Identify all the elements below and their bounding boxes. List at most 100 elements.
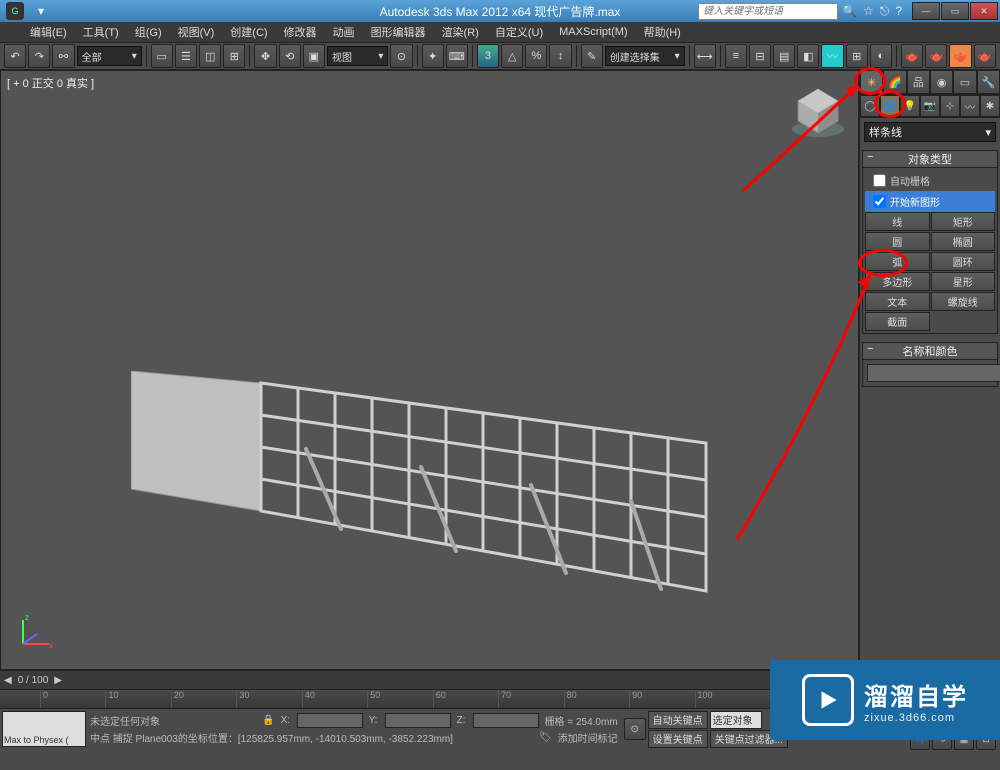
menu-tools[interactable]: 工具(T): [75, 24, 127, 40]
btn-text[interactable]: 文本: [865, 292, 930, 311]
sub-systems[interactable]: ✱: [980, 95, 1000, 117]
rotate-button[interactable]: ⟲: [279, 44, 301, 68]
percent-snap[interactable]: %: [525, 44, 547, 68]
quick-align[interactable]: ⊟: [749, 44, 771, 68]
link-button[interactable]: ⚯: [52, 44, 74, 68]
add-time-tag[interactable]: 添加时间标记: [558, 730, 618, 745]
autokey-toggle[interactable]: 自动关键点: [648, 711, 708, 729]
tab-display[interactable]: ▭: [953, 70, 976, 94]
timeslider-prev[interactable]: ◀: [4, 675, 12, 686]
restore-button[interactable]: ▭: [941, 2, 969, 20]
coord-y-input[interactable]: [385, 713, 451, 728]
sub-spacewarps[interactable]: 〰: [960, 95, 980, 117]
signin-icon[interactable]: ⎋: [880, 4, 890, 19]
menu-create[interactable]: 创建(C): [222, 24, 275, 40]
tag-icon[interactable]: 🏷: [539, 732, 552, 743]
isolate-icon[interactable]: ⊙: [624, 718, 646, 740]
menu-edit[interactable]: 编辑(E): [22, 24, 75, 40]
material-editor-button[interactable]: ◐: [870, 44, 892, 68]
pivot-button[interactable]: ⊙: [390, 44, 412, 68]
help-icon[interactable]: ?: [895, 4, 902, 19]
menu-view[interactable]: 视图(V): [170, 24, 223, 40]
graphite-button[interactable]: ◧: [797, 44, 819, 68]
viewcube[interactable]: [788, 81, 848, 141]
close-button[interactable]: ✕: [970, 2, 998, 20]
menu-group[interactable]: 组(G): [127, 24, 170, 40]
help-search-input[interactable]: [698, 3, 838, 20]
menu-customize[interactable]: 自定义(U): [487, 24, 551, 40]
angle-snap[interactable]: △: [501, 44, 523, 68]
align-button[interactable]: ≡: [725, 44, 747, 68]
select-name-button[interactable]: ☰: [175, 44, 197, 68]
btn-circle[interactable]: 圆: [865, 232, 930, 251]
select-button[interactable]: ▭: [151, 44, 173, 68]
filter-dropdown[interactable]: 全部▾: [77, 46, 142, 66]
menu-help[interactable]: 帮助(H): [636, 24, 689, 40]
scale-button[interactable]: ▣: [303, 44, 325, 68]
tab-utilities[interactable]: 🔧: [977, 70, 1000, 94]
btn-star[interactable]: 星形: [931, 272, 996, 291]
btn-rectangle[interactable]: 矩形: [931, 212, 996, 231]
startnew-row[interactable]: 开始新图形: [865, 191, 995, 212]
menu-render[interactable]: 渲染(R): [434, 24, 487, 40]
select-region-button[interactable]: ◫: [199, 44, 221, 68]
rendered-frame-button[interactable]: 🫖: [925, 44, 947, 68]
render-setup-button[interactable]: 🫖: [901, 44, 923, 68]
hierarchy-icon: 品: [913, 74, 924, 90]
coord-dropdown[interactable]: 视图▾: [327, 46, 388, 66]
rollout-title-objecttype[interactable]: 对象类型: [863, 151, 997, 168]
lock-icon[interactable]: 🔒: [262, 715, 274, 726]
manip-button[interactable]: ✦: [422, 44, 444, 68]
startnew-checkbox[interactable]: [873, 195, 886, 208]
rollout-objecttype: 对象类型 自动栅格 开始新图形 线 矩形 圆 椭圆 弧 圆环 多边形 星形 文本…: [862, 150, 998, 334]
quick-render-button[interactable]: 🫖: [974, 44, 996, 68]
help-search[interactable]: [698, 3, 838, 20]
move-button[interactable]: ✥: [254, 44, 276, 68]
edit-named-sel[interactable]: ✎: [581, 44, 603, 68]
window-crossing-button[interactable]: ⊞: [223, 44, 245, 68]
keyset-dropdown[interactable]: 选定对象: [710, 711, 762, 729]
maxscript-listener[interactable]: Max to Physex (: [2, 711, 86, 747]
named-sel-dropdown[interactable]: 创建选择集▾: [605, 46, 685, 66]
favorite-icon[interactable]: ☆: [863, 4, 874, 19]
btn-section[interactable]: 截面: [865, 312, 930, 331]
setkey-toggle[interactable]: 设置关键点: [648, 730, 708, 748]
object-name-input[interactable]: [867, 364, 1000, 382]
btn-donut[interactable]: 圆环: [931, 252, 996, 271]
create-category-dropdown[interactable]: 样条线▾: [864, 122, 996, 142]
search-icon[interactable]: 🔍: [842, 4, 857, 19]
rollout-title-namecolor[interactable]: 名称和颜色: [863, 343, 997, 360]
autogrid-checkbox[interactable]: [873, 174, 886, 187]
btn-ellipse[interactable]: 椭圆: [931, 232, 996, 251]
sub-helpers[interactable]: ⊹: [940, 95, 960, 117]
layers-button[interactable]: ▤: [773, 44, 795, 68]
tab-hierarchy[interactable]: 品: [907, 70, 930, 94]
coord-z-input[interactable]: [473, 713, 539, 728]
menu-animation[interactable]: 动画: [325, 24, 363, 40]
keymode-button[interactable]: ⌨: [446, 44, 468, 68]
motion-icon: ◉: [937, 76, 947, 89]
btn-line[interactable]: 线: [865, 212, 930, 231]
menu-graph[interactable]: 图形编辑器: [363, 24, 434, 40]
curve-editor-button[interactable]: 〰: [821, 44, 843, 68]
timeslider-next[interactable]: ▶: [54, 675, 62, 686]
viewport-label[interactable]: [ + 0 正交 0 真实 ]: [7, 75, 94, 91]
app-icon[interactable]: G: [6, 2, 24, 20]
snap-toggle[interactable]: 3: [477, 44, 499, 68]
tab-motion[interactable]: ◉: [930, 70, 953, 94]
render-button[interactable]: 🫖: [949, 44, 971, 68]
sub-cameras[interactable]: 📷: [920, 95, 940, 117]
btn-helix[interactable]: 螺旋线: [931, 292, 996, 311]
menu-maxscript[interactable]: MAXScript(M): [551, 26, 635, 38]
spinner-snap[interactable]: ↕: [549, 44, 571, 68]
redo-button[interactable]: ↷: [28, 44, 50, 68]
undo-button[interactable]: ↶: [4, 44, 26, 68]
timeslider-frame[interactable]: 0 / 100: [12, 675, 55, 686]
schematic-button[interactable]: ⊞: [846, 44, 868, 68]
autogrid-row[interactable]: 自动栅格: [865, 170, 995, 191]
viewport[interactable]: [ + 0 正交 0 真实 ]: [0, 70, 859, 670]
menu-modifiers[interactable]: 修改器: [276, 24, 325, 40]
minimize-button[interactable]: —: [912, 2, 940, 20]
mirror-button[interactable]: ⟷: [694, 44, 716, 68]
coord-x-input[interactable]: [297, 713, 363, 728]
